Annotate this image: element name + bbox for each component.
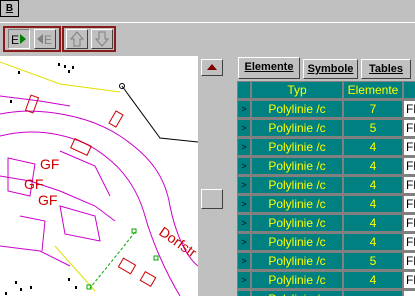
svg-text:E: E xyxy=(11,33,19,47)
cell-elemente: 4 xyxy=(344,196,402,212)
map-drawing: GF GF GF Dorfstr xyxy=(0,61,198,296)
e-left-icon: E xyxy=(37,33,52,47)
element-panel: Elemente Symbole Tables Typ Elemente > Po… xyxy=(228,56,415,296)
column-header-typ[interactable]: Typ xyxy=(252,82,342,98)
cell-elemente xyxy=(344,291,402,296)
table-row[interactable]: >Polylinie /c xyxy=(237,290,415,296)
cell-extra: Fl xyxy=(404,272,415,288)
cell-typ: Polylinie /c xyxy=(252,253,342,269)
tab-symbole-label: Symbole xyxy=(307,63,354,75)
table-row[interactable]: > Polylinie /c 5 Fl xyxy=(237,119,415,138)
cell-extra: Fl xyxy=(404,196,415,212)
toolbar-group-elements: E E xyxy=(3,26,61,52)
cell-extra: Fl xyxy=(404,215,415,231)
cell-extra: Fl xyxy=(404,158,415,174)
cell-typ: Polylinie /c xyxy=(252,177,342,193)
e-left-button[interactable]: E xyxy=(34,29,56,49)
cell-elemente: 4 xyxy=(344,234,402,250)
cell-extra: Fl xyxy=(404,234,415,250)
map-canvas[interactable]: GF GF GF Dorfstr xyxy=(0,56,198,296)
cell-typ: Polylinie /c xyxy=(252,158,342,174)
table-row[interactable]: > Polylinie /c 7 Fl xyxy=(237,100,415,119)
column-header-extra[interactable] xyxy=(404,82,415,98)
cell-typ: Polylinie /c xyxy=(252,291,342,296)
row-indicator: > xyxy=(238,215,250,231)
cell-extra: Fl xyxy=(404,120,415,136)
cell-typ: Polylinie /c xyxy=(252,139,342,155)
row-indicator: > xyxy=(238,120,250,136)
cell-elemente: 5 xyxy=(344,120,402,136)
row-indicator: > xyxy=(238,253,250,269)
cell-extra: Fl xyxy=(404,139,415,155)
cell-elemente: 7 xyxy=(344,101,402,117)
map-label-gf-1: GF xyxy=(40,156,59,172)
cell-elemente: 4 xyxy=(344,158,402,174)
tab-symbole[interactable]: Symbole xyxy=(303,59,358,79)
table-row[interactable]: > Polylinie /c 4 Fl xyxy=(237,138,415,157)
cell-elemente: 4 xyxy=(344,139,402,155)
cell-typ: Polylinie /c xyxy=(252,215,342,231)
row-indicator: > xyxy=(238,158,250,174)
row-indicator: > xyxy=(238,291,250,296)
arrow-up-button[interactable] xyxy=(66,29,88,49)
map-label-street: Dorfstr xyxy=(156,223,198,260)
tab-tables[interactable]: Tables xyxy=(361,59,411,79)
table-row[interactable]: > Polylinie /c 4 Fl xyxy=(237,157,415,176)
scroll-up-icon xyxy=(207,64,217,70)
column-header-elemente[interactable]: Elemente xyxy=(344,82,402,98)
cell-extra: Fl xyxy=(404,101,415,117)
scroll-thumb[interactable] xyxy=(201,189,223,209)
cell-elemente: 4 xyxy=(344,272,402,288)
cell-typ: Polylinie /c xyxy=(252,101,342,117)
cell-typ: Polylinie /c xyxy=(252,234,342,250)
table-row[interactable]: > Polylinie /c 4 Fl xyxy=(237,195,415,214)
scroll-up-button[interactable] xyxy=(201,59,223,76)
title-bar: B xyxy=(0,0,415,20)
row-indicator: > xyxy=(238,234,250,250)
table-row[interactable]: > Polylinie /c 4 Fl xyxy=(237,233,415,252)
row-indicator: > xyxy=(238,196,250,212)
map-label-gf-2: GF xyxy=(24,176,43,192)
column-header-indicator xyxy=(238,82,250,98)
table-row[interactable]: > Polylinie /c 4 Fl xyxy=(237,271,415,290)
e-right-button[interactable]: E xyxy=(8,29,30,49)
b-button[interactable]: B xyxy=(0,0,19,17)
row-indicator: > xyxy=(238,101,250,117)
cell-typ: Polylinie /c xyxy=(252,196,342,212)
svg-text:E: E xyxy=(44,33,52,47)
cell-elemente: 4 xyxy=(344,215,402,231)
map-vertical-scrollbar[interactable] xyxy=(198,56,225,296)
tab-tables-label: Tables xyxy=(368,63,404,75)
cell-typ: Polylinie /c xyxy=(252,120,342,136)
row-indicator: > xyxy=(238,139,250,155)
tab-elemente-label: Elemente xyxy=(244,61,294,73)
arrow-down-icon xyxy=(94,31,110,47)
table-row[interactable]: > Polylinie /c 4 Fl xyxy=(237,176,415,195)
table-row[interactable]: > Polylinie /c 4 Fl xyxy=(237,214,415,233)
cell-extra xyxy=(404,291,415,296)
cell-typ: Polylinie /c xyxy=(252,272,342,288)
cell-elemente: 4 xyxy=(344,177,402,193)
b-button-label: B xyxy=(5,3,14,14)
tab-elemente[interactable]: Elemente xyxy=(238,57,300,79)
cell-elemente: 5 xyxy=(344,253,402,269)
elements-table: Typ Elemente > Polylinie /c 7 Fl > Polylinie … xyxy=(237,81,415,296)
toolbar: E E xyxy=(0,22,415,55)
row-indicator: > xyxy=(238,177,250,193)
toolbar-group-arrows xyxy=(62,26,116,52)
row-indicator: > xyxy=(238,272,250,288)
e-right-icon: E xyxy=(11,33,26,47)
map-label-gf-3: GF xyxy=(38,192,57,208)
cell-extra: Fl xyxy=(404,253,415,269)
arrow-up-icon xyxy=(69,31,85,47)
table-row[interactable]: > Polylinie /c 5 Fl xyxy=(237,252,415,271)
cell-extra: Fl xyxy=(404,177,415,193)
arrow-down-button[interactable] xyxy=(91,29,113,49)
